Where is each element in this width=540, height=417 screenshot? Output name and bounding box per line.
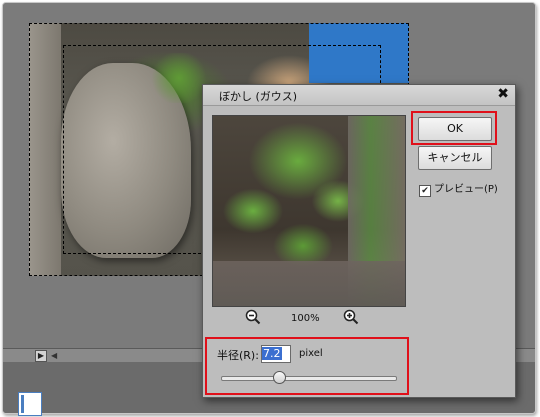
zoom-in-icon[interactable] [343,309,359,325]
highlight-radius-box [205,337,409,395]
preview-checkbox-row[interactable]: ✔ プレビュー(P) [419,180,498,197]
left-arrow-icon[interactable]: ◀ [51,351,57,360]
preview-checkbox[interactable]: ✔ [419,185,431,197]
play-icon[interactable]: ▶ [35,350,47,362]
document-thumbnail-icon[interactable] [18,392,42,416]
dialog-titlebar[interactable]: ぼかし (ガウス) ✖ [203,85,515,106]
preview-checkbox-label: プレビュー(P) [434,184,498,195]
zoom-level: 100% [291,313,320,324]
zoom-controls: 100% [245,309,375,329]
close-icon[interactable]: ✖ [497,86,509,103]
gaussian-blur-dialog: ぼかし (ガウス) ✖ 100% OK キャンセル ✔ プレビュー(P) 半径(R… [202,84,516,398]
preview-blur-region-bottom [213,261,405,306]
blur-preview[interactable] [212,115,406,307]
cancel-button[interactable]: キャンセル [418,146,492,170]
zoom-out-icon[interactable] [245,309,261,325]
highlight-ok-box [411,111,497,145]
dialog-title: ぼかし (ガウス) [219,90,298,103]
